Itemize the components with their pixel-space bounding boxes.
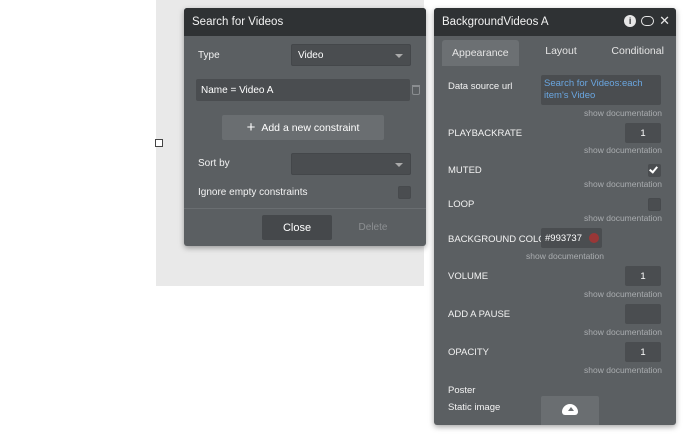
show-documentation-link[interactable]: show documentation bbox=[584, 108, 662, 118]
sort-by-select[interactable] bbox=[291, 153, 411, 175]
upload-arrow-icon bbox=[568, 407, 574, 411]
type-select[interactable]: Video bbox=[291, 44, 411, 66]
loop-checkbox[interactable] bbox=[648, 198, 661, 211]
checkmark-icon bbox=[649, 164, 658, 174]
ignore-empty-label: Ignore empty constraints bbox=[198, 187, 308, 198]
search-panel-header: Search for Videos bbox=[184, 8, 426, 36]
static-image-label: Static image bbox=[448, 402, 501, 413]
muted-checkbox[interactable] bbox=[648, 164, 661, 177]
add-constraint-button[interactable]: + Add a new constraint bbox=[222, 115, 384, 140]
search-panel-title: Search for Videos bbox=[192, 16, 284, 28]
color-swatch[interactable] bbox=[589, 233, 599, 243]
tab-appearance[interactable]: Appearance bbox=[442, 40, 519, 66]
show-documentation-link[interactable]: show documentation bbox=[584, 289, 662, 299]
playbackrate-label: PLAYBACKRATE bbox=[448, 128, 523, 139]
properties-panel: BackgroundVideos A i ✕ Appearance Layout… bbox=[434, 8, 676, 425]
comment-icon[interactable] bbox=[641, 16, 655, 26]
close-button-label: Close bbox=[282, 221, 312, 234]
ignore-empty-row: Ignore empty constraints bbox=[198, 187, 308, 198]
add-pause-input[interactable] bbox=[625, 304, 661, 324]
loop-label: LOOP bbox=[448, 199, 475, 210]
add-constraint-label: Add a new constraint bbox=[261, 121, 360, 134]
show-documentation-link[interactable]: show documentation bbox=[584, 145, 662, 155]
sort-by-label: Sort by bbox=[198, 158, 230, 169]
poster-label: Poster bbox=[448, 385, 476, 396]
opacity-label: OPACITY bbox=[448, 347, 489, 358]
search-panel: Search for Videos Type Video Name = Vide… bbox=[184, 8, 426, 246]
properties-panel-title: BackgroundVideos A bbox=[442, 16, 549, 28]
element-handle[interactable] bbox=[155, 139, 163, 147]
header-icons: i ✕ bbox=[624, 14, 670, 27]
data-source-label: Data source url bbox=[448, 81, 513, 92]
plus-icon: + bbox=[246, 119, 256, 136]
tab-conditional[interactable]: Conditional bbox=[599, 36, 676, 66]
volume-label: VOLUME bbox=[448, 271, 489, 282]
ignore-empty-checkbox[interactable] bbox=[398, 186, 411, 199]
tab-layout[interactable]: Layout bbox=[523, 36, 600, 66]
type-label: Type bbox=[198, 50, 220, 61]
tab-bar: Appearance Layout Conditional bbox=[434, 36, 676, 66]
show-documentation-link[interactable]: show documentation bbox=[584, 365, 662, 375]
type-select-value: Video bbox=[298, 49, 324, 61]
playbackrate-input[interactable]: 1 bbox=[625, 123, 661, 143]
constraint-field[interactable]: Name = Video A bbox=[196, 79, 410, 101]
delete-button[interactable]: Delete bbox=[346, 222, 400, 233]
opacity-input[interactable]: 1 bbox=[625, 342, 661, 362]
add-pause-label: ADD A PAUSE bbox=[448, 309, 511, 320]
show-documentation-link[interactable]: show documentation bbox=[584, 213, 662, 223]
search-panel-footer: Close Delete bbox=[184, 208, 426, 246]
info-icon[interactable]: i bbox=[624, 15, 637, 27]
close-button[interactable]: Close bbox=[262, 215, 332, 240]
chevron-down-icon bbox=[395, 163, 403, 167]
sort-row: Sort by bbox=[198, 158, 230, 169]
volume-input[interactable]: 1 bbox=[625, 266, 661, 286]
close-icon[interactable]: ✕ bbox=[659, 14, 670, 27]
type-row: Type bbox=[198, 50, 220, 61]
show-documentation-link[interactable]: show documentation bbox=[584, 179, 662, 189]
constraint-text: Name = Video A bbox=[201, 84, 274, 96]
chevron-down-icon bbox=[395, 54, 403, 58]
trash-icon[interactable] bbox=[412, 85, 420, 95]
upload-button[interactable] bbox=[541, 396, 599, 425]
muted-label: MUTED bbox=[448, 165, 482, 176]
data-source-field[interactable]: Search for Videos:each item's Video bbox=[541, 75, 661, 105]
show-documentation-link[interactable]: show documentation bbox=[526, 251, 604, 261]
show-documentation-link[interactable]: show documentation bbox=[584, 327, 662, 337]
background-color-label: BACKGROUND COLO bbox=[448, 234, 546, 245]
